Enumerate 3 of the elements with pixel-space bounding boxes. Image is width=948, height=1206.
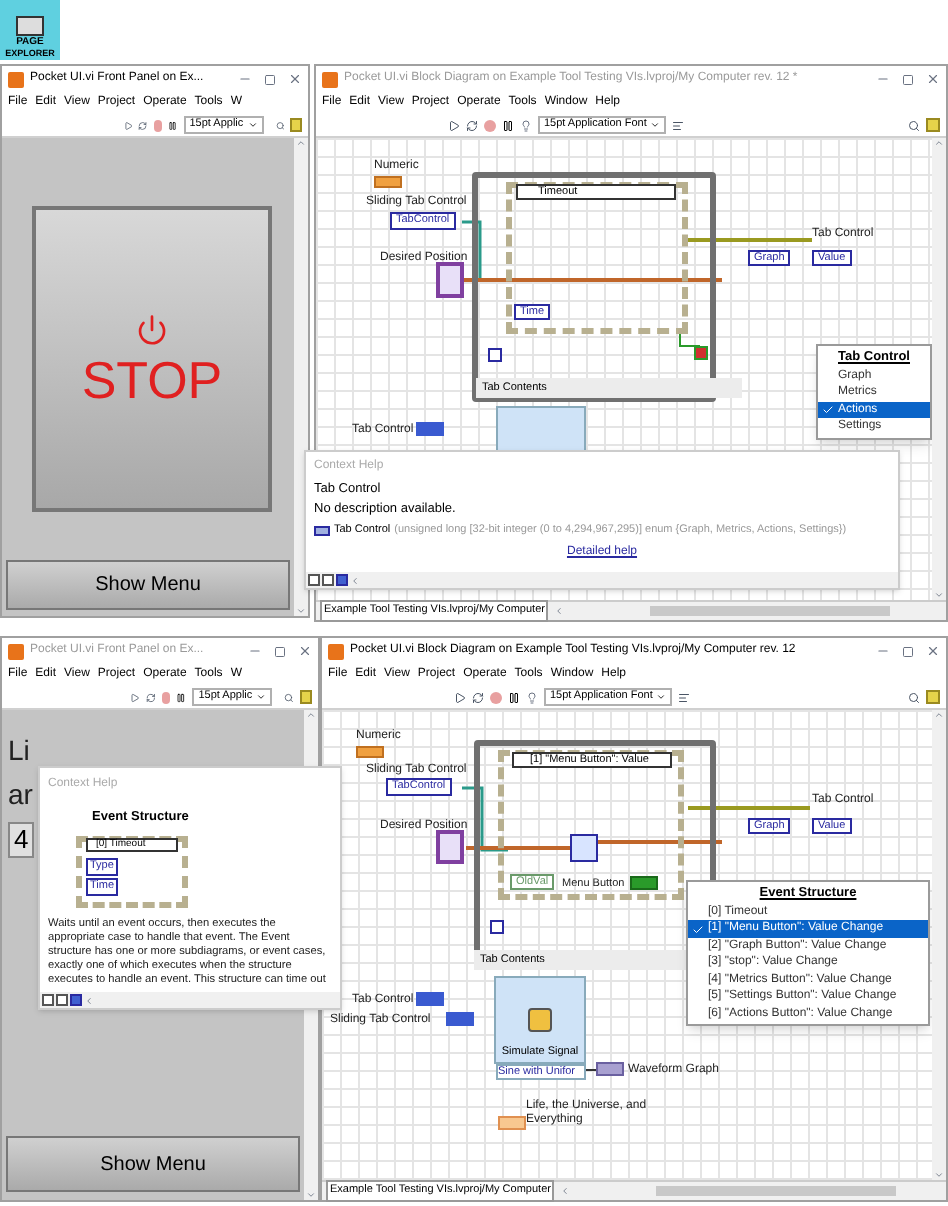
large-text: ar (8, 778, 33, 810)
numeric-display: 4 (8, 822, 34, 858)
large-text: Li (8, 734, 30, 766)
